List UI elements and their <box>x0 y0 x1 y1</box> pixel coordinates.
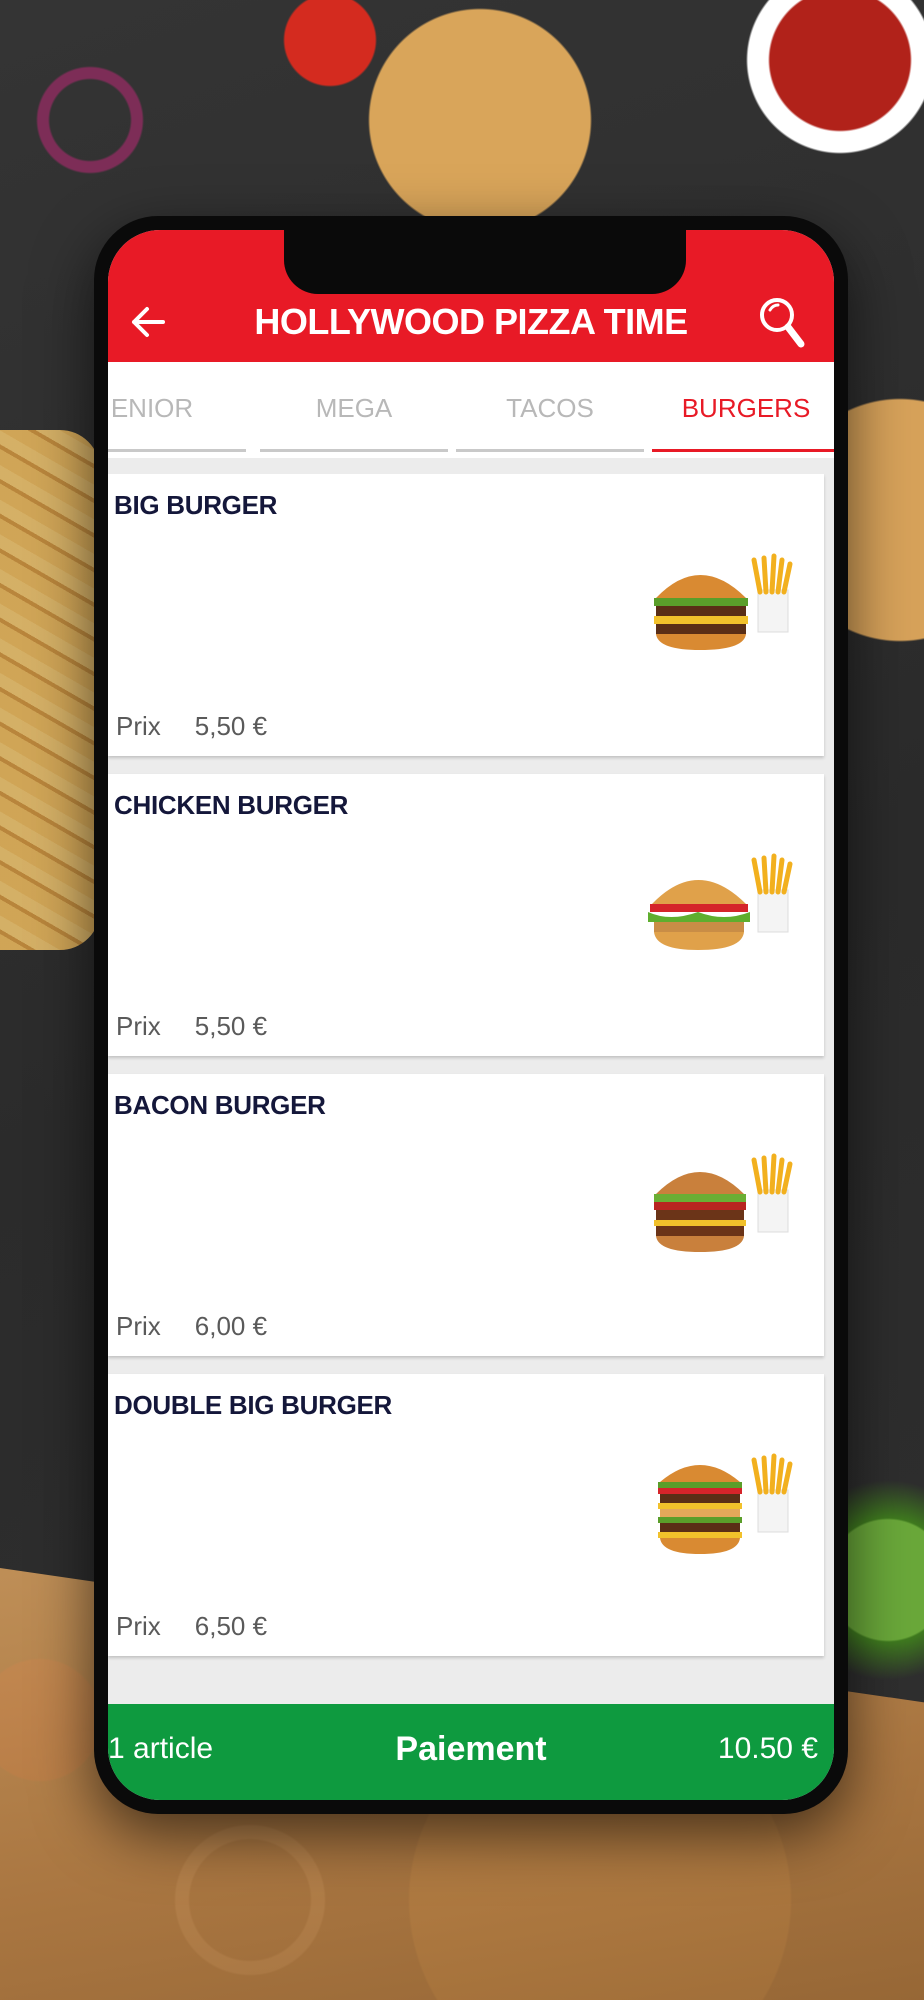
burger-fries-image <box>648 853 793 950</box>
product-name: BACON BURGER <box>114 1090 326 1120</box>
product-name: BIG BURGER <box>114 490 278 520</box>
tab-burgers[interactable]: BURGERS <box>652 362 834 458</box>
tab-underline <box>108 449 246 452</box>
price-row: Prix 5,50 € <box>116 711 267 742</box>
search-button[interactable] <box>756 294 806 350</box>
category-tabs: ENIOR MEGA TACOS BURGERS <box>108 362 834 458</box>
price-value: 5,50 € <box>194 1011 268 1041</box>
product-card-chicken-burger[interactable]: CHICKEN BURGER Prix 5,50 € <box>108 774 824 1056</box>
burger-fries-image <box>658 1453 793 1554</box>
price-row: Prix 6,00 € <box>116 1311 267 1342</box>
burger-fries-image <box>654 553 793 650</box>
tab-tacos[interactable]: TACOS <box>456 362 644 458</box>
tab-label: BURGERS <box>681 393 811 423</box>
checkout-bar[interactable]: 1 article Paiement 10.50 € <box>108 1704 834 1800</box>
search-icon <box>760 298 805 348</box>
product-card-double-big-burger[interactable]: DOUBLE BIG BURGER Prix 6,50 € <box>108 1374 824 1656</box>
price-label: Prix <box>116 1611 161 1641</box>
price-value: 6,00 € <box>194 1311 268 1341</box>
price-value: 5,50 € <box>194 711 268 741</box>
price-label: Prix <box>116 1011 161 1041</box>
product-list: BIG BURGER Prix 5,50 € CHICKEN BURGER Pr… <box>108 474 834 1704</box>
product-name: DOUBLE BIG BURGER <box>114 1390 393 1420</box>
price-label: Prix <box>116 711 161 741</box>
price-label: Prix <box>116 1311 161 1341</box>
tab-underline <box>652 449 834 452</box>
cart-total: 10.50 € <box>717 1732 818 1765</box>
tab-senior[interactable]: ENIOR <box>108 362 246 458</box>
arrow-left-icon <box>132 307 165 337</box>
price-value: 6,50 € <box>194 1611 268 1641</box>
tab-mega[interactable]: MEGA <box>260 362 448 458</box>
fries-decoration <box>0 430 100 950</box>
burger-fries-image <box>654 1153 793 1252</box>
tab-underline <box>456 449 644 452</box>
back-button[interactable] <box>126 300 170 344</box>
page-title: HOLLYWOOD PIZZA TIME <box>254 301 688 342</box>
product-name: CHICKEN BURGER <box>114 790 349 820</box>
product-card-big-burger[interactable]: BIG BURGER Prix 5,50 € <box>108 474 824 756</box>
app-screen: HOLLYWOOD PIZZA TIME ENIOR MEGA TACOS BU… <box>108 230 834 1800</box>
tab-underline <box>260 449 448 452</box>
tab-label: MEGA <box>315 393 393 423</box>
price-row: Prix 5,50 € <box>116 1011 267 1042</box>
tab-label: ENIOR <box>110 393 194 423</box>
price-row: Prix 6,50 € <box>116 1611 267 1642</box>
phone-frame: HOLLYWOOD PIZZA TIME ENIOR MEGA TACOS BU… <box>94 216 848 1814</box>
product-card-bacon-burger[interactable]: BACON BURGER Prix 6,00 € <box>108 1074 824 1356</box>
tab-label: TACOS <box>506 393 594 423</box>
phone-notch <box>284 230 686 294</box>
